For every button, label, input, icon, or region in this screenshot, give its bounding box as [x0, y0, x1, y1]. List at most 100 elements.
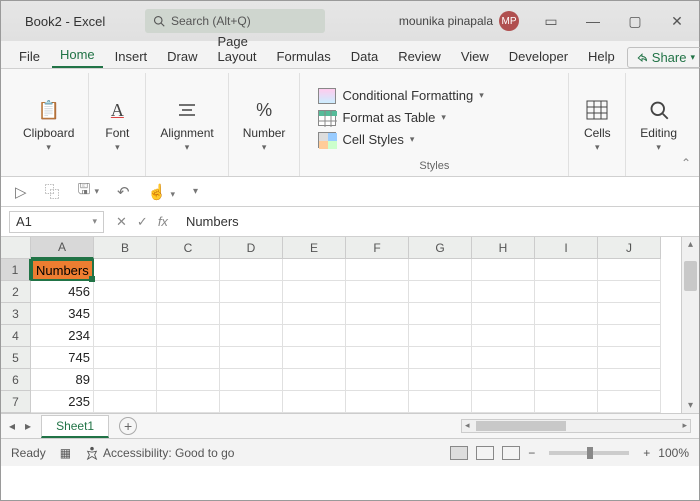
cell[interactable] — [346, 303, 409, 325]
zoom-slider[interactable] — [549, 451, 629, 455]
zoom-in-icon[interactable]: + — [643, 446, 650, 460]
cell[interactable] — [409, 347, 472, 369]
cell[interactable] — [598, 281, 661, 303]
column-header[interactable]: A — [31, 237, 94, 259]
cell[interactable] — [157, 303, 220, 325]
number-button[interactable]: % Number ▾ — [237, 92, 292, 157]
cell[interactable] — [94, 259, 157, 281]
cell[interactable] — [220, 369, 283, 391]
tab-draw[interactable]: Draw — [159, 45, 205, 68]
column-header[interactable]: J — [598, 237, 661, 259]
normal-view-icon[interactable] — [450, 446, 468, 460]
collapse-ribbon-icon[interactable]: ⌃ — [681, 156, 691, 170]
cell[interactable] — [472, 369, 535, 391]
format-as-table-button[interactable]: Format as Table ▾ — [318, 109, 483, 127]
scroll-down-icon[interactable]: ▾ — [682, 400, 699, 411]
cell[interactable] — [598, 325, 661, 347]
cell[interactable]: 345 — [31, 303, 94, 325]
sheet-nav-next-icon[interactable]: ▸ — [25, 419, 31, 433]
cell[interactable] — [157, 325, 220, 347]
qat-cursor-icon[interactable]: ▷ — [15, 183, 27, 201]
cell[interactable] — [157, 369, 220, 391]
tab-file[interactable]: File — [11, 45, 48, 68]
cell[interactable] — [598, 303, 661, 325]
column-header[interactable]: B — [94, 237, 157, 259]
cell[interactable] — [220, 325, 283, 347]
cell[interactable] — [535, 303, 598, 325]
scrollbar-thumb[interactable] — [684, 261, 697, 291]
cell[interactable]: 456 — [31, 281, 94, 303]
tab-insert[interactable]: Insert — [107, 45, 156, 68]
cell[interactable] — [157, 391, 220, 413]
select-all-corner[interactable] — [1, 237, 31, 259]
cell[interactable] — [409, 325, 472, 347]
cell[interactable] — [472, 259, 535, 281]
row-header[interactable]: 4 — [1, 325, 31, 347]
column-header[interactable]: C — [157, 237, 220, 259]
column-header[interactable]: G — [409, 237, 472, 259]
cell[interactable] — [346, 347, 409, 369]
cell[interactable] — [283, 369, 346, 391]
cell[interactable] — [157, 259, 220, 281]
scrollbar-thumb[interactable] — [476, 421, 566, 431]
sheet-tab[interactable]: Sheet1 — [41, 415, 109, 438]
row-header[interactable]: 1 — [1, 259, 31, 281]
qat-save-icon[interactable]: 🖫 ▾ — [78, 179, 99, 204]
tab-home[interactable]: Home — [52, 43, 103, 68]
cell-a1[interactable]: Numbers — [31, 259, 94, 281]
row-header[interactable]: 6 — [1, 369, 31, 391]
tab-review[interactable]: Review — [390, 45, 449, 68]
share-button[interactable]: Share ▾ — [627, 47, 700, 68]
cell[interactable] — [535, 281, 598, 303]
cell[interactable] — [220, 281, 283, 303]
cell[interactable] — [535, 325, 598, 347]
cell[interactable]: 745 — [31, 347, 94, 369]
formula-input[interactable] — [180, 211, 699, 233]
editing-button[interactable]: Editing ▾ — [634, 92, 683, 157]
cell[interactable] — [283, 281, 346, 303]
cell[interactable] — [283, 391, 346, 413]
spreadsheet-grid[interactable]: A B C D E F G H I J 1 Numbers 2456 3345 … — [1, 237, 699, 413]
conditional-formatting-button[interactable]: Conditional Formatting ▾ — [318, 87, 483, 105]
tab-help[interactable]: Help — [580, 45, 623, 68]
vertical-scrollbar[interactable]: ▴ ▾ — [681, 237, 699, 413]
row-header[interactable]: 7 — [1, 391, 31, 413]
cell[interactable] — [94, 347, 157, 369]
font-button[interactable]: A Font ▾ — [97, 92, 137, 157]
cell[interactable] — [472, 281, 535, 303]
cell[interactable] — [346, 391, 409, 413]
cell[interactable] — [472, 347, 535, 369]
qat-undo-icon[interactable]: ↶ — [117, 183, 130, 201]
page-layout-view-icon[interactable] — [476, 446, 494, 460]
scroll-left-icon[interactable]: ◂ — [462, 420, 473, 431]
column-header[interactable]: D — [220, 237, 283, 259]
macro-recorder-icon[interactable]: ▦ — [60, 446, 71, 460]
enter-icon[interactable]: ✓ — [137, 214, 148, 230]
cell[interactable] — [535, 259, 598, 281]
cell[interactable] — [598, 347, 661, 369]
cell[interactable] — [346, 259, 409, 281]
qat-touch-icon[interactable]: ☝ ▾ — [148, 183, 175, 201]
cell[interactable] — [94, 325, 157, 347]
fx-icon[interactable]: fx — [158, 214, 168, 229]
cell[interactable] — [598, 391, 661, 413]
cell[interactable]: 234 — [31, 325, 94, 347]
clipboard-button[interactable]: 📋 Clipboard ▾ — [17, 92, 80, 157]
cell[interactable] — [409, 369, 472, 391]
cell[interactable] — [472, 391, 535, 413]
user-info[interactable]: mounika pinapala MP — [399, 11, 519, 31]
cell[interactable] — [472, 303, 535, 325]
cell-styles-button[interactable]: Cell Styles ▾ — [318, 131, 483, 149]
cell[interactable] — [94, 281, 157, 303]
tab-developer[interactable]: Developer — [501, 45, 576, 68]
cell[interactable] — [409, 391, 472, 413]
row-header[interactable]: 3 — [1, 303, 31, 325]
sheet-nav-prev-icon[interactable]: ◂ — [9, 419, 15, 433]
cancel-icon[interactable]: ✕ — [116, 214, 127, 230]
cell[interactable] — [535, 391, 598, 413]
scroll-up-icon[interactable]: ▴ — [682, 239, 699, 250]
alignment-button[interactable]: Alignment ▾ — [154, 92, 219, 157]
row-header[interactable]: 2 — [1, 281, 31, 303]
maximize-icon[interactable]: ▢ — [621, 13, 649, 30]
column-header[interactable]: I — [535, 237, 598, 259]
